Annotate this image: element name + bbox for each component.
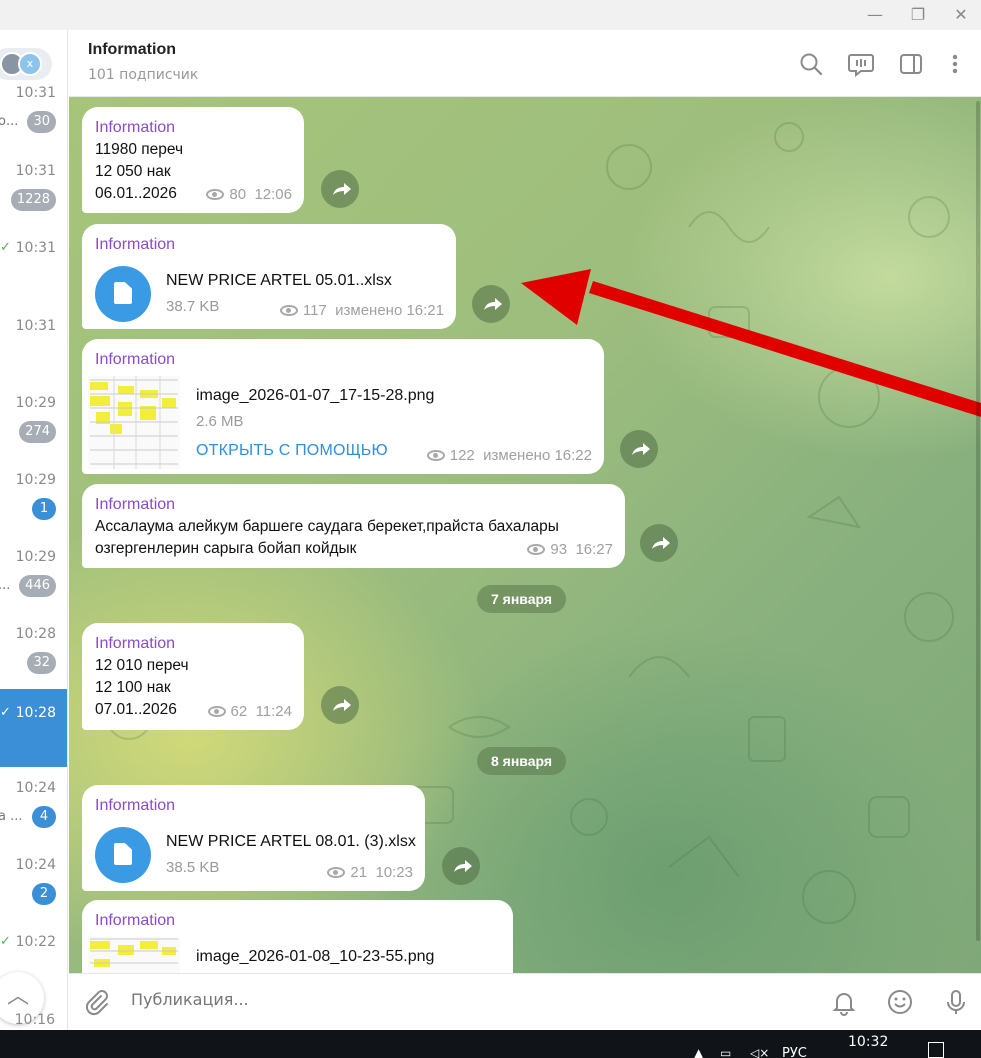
unread-badge: 2	[32, 883, 56, 905]
unread-badge: 274	[19, 421, 56, 443]
chat-scrollbar[interactable]	[975, 97, 981, 973]
chat-list-time: 10:29	[15, 472, 56, 488]
unread-badge: 32	[27, 652, 56, 674]
subscriber-count: 101 подписчик	[88, 67, 199, 83]
chat-list-snippet: ...	[0, 578, 11, 593]
chevron-up-icon: ︿	[6, 984, 29, 1009]
read-check-icon: ✓	[0, 705, 11, 720]
unread-badge: 446	[19, 575, 56, 597]
chat-messages-area[interactable]: Information 11980 переч 12 050 нак 06.01…	[69, 97, 981, 973]
chat-list-time: 10:24	[15, 780, 56, 796]
notifications-icon[interactable]	[829, 987, 859, 1017]
more-vertical-icon[interactable]	[941, 50, 969, 78]
chat-list-time: 10:31	[15, 163, 56, 179]
restore-icon[interactable]: ❐	[895, 0, 941, 30]
chat-list-item[interactable]: 10:31 1228	[0, 157, 67, 235]
volume-muted-icon[interactable]: ◁×	[750, 1046, 769, 1058]
battery-icon[interactable]: ▭	[720, 1046, 731, 1058]
unread-badge: 1	[32, 498, 56, 520]
chat-list-item[interactable]: 10:31 о... 30	[0, 79, 67, 157]
message-input[interactable]	[131, 990, 731, 1009]
keyboard-language[interactable]: РУС	[782, 1046, 807, 1058]
annotation-arrow-head	[521, 269, 591, 325]
unread-badge: 30	[27, 111, 56, 133]
chat-header: Information 101 подписчик	[69, 30, 981, 97]
chat-list-item[interactable]: ✓ 10:28	[0, 689, 67, 767]
chat-list-time: 10:31	[15, 240, 56, 256]
chat-list-snippet: а ...	[0, 809, 23, 824]
chat-list-time: 10:28	[15, 705, 56, 721]
attach-icon[interactable]	[81, 987, 111, 1017]
chat-list-time: 10:31	[15, 85, 56, 101]
chat-list-time: 10:29	[15, 549, 56, 565]
close-icon[interactable]: ✕	[938, 0, 981, 30]
os-taskbar: ▲ ▭ ◁× РУС 10:32	[0, 1030, 981, 1058]
read-check-icon: ✓	[0, 240, 11, 255]
live-chat-icon[interactable]	[847, 50, 875, 78]
message-composer	[69, 973, 981, 1030]
chat-list-sidebar: x 10:31 о... 30 10:31 1228 ✓ 10:31 10:31 10:29 27…	[0, 30, 68, 1030]
chat-list-item[interactable]: 10:28 32	[0, 620, 67, 698]
chat-list-item[interactable]: 10:29 1	[0, 466, 67, 544]
chat-list-item[interactable]: ✓ 10:31	[0, 234, 67, 312]
notification-center-icon[interactable]	[928, 1042, 944, 1058]
tray-overflow-icon[interactable]: ▲	[694, 1046, 703, 1058]
window-title-bar: — ❐ ✕	[0, 0, 981, 30]
chat-list-time: 10:24	[15, 857, 56, 873]
chat-list-item[interactable]: 10:29 274	[0, 389, 67, 467]
chat-list-item[interactable]: 10:29... 446	[0, 543, 67, 621]
account-switcher[interactable]: x	[0, 48, 52, 80]
annotation-arrow-shaft	[589, 281, 981, 417]
scrollbar-thumb[interactable]	[976, 101, 980, 941]
sidebar-toggle-icon[interactable]	[897, 50, 925, 78]
clock[interactable]: 10:32	[848, 1034, 888, 1050]
chat-list-time: 10:29	[15, 395, 56, 411]
chat-title[interactable]: Information	[88, 41, 176, 59]
chat-list-time: 10:31	[15, 318, 56, 334]
chat-list-item[interactable]: 10:24 2	[0, 851, 67, 929]
chat-list-time: 10:22	[15, 934, 56, 950]
minimize-icon[interactable]: —	[852, 0, 898, 30]
annotation-arrow	[521, 269, 981, 417]
avatar: x	[18, 52, 42, 76]
unread-badge: 4	[32, 806, 56, 828]
emoji-icon[interactable]	[885, 987, 915, 1017]
chat-list-time: 10:28	[15, 626, 56, 642]
read-check-icon: ✓	[0, 934, 11, 949]
microphone-icon[interactable]	[941, 987, 971, 1017]
chat-list-item[interactable]: 10:24 а ... 4	[0, 774, 67, 852]
chat-list-time: 10:16	[14, 1012, 55, 1028]
search-icon[interactable]	[797, 50, 825, 78]
chat-list-item[interactable]: 10:31	[0, 312, 67, 390]
unread-badge: 1228	[10, 189, 56, 211]
chat-list-snippet: о...	[0, 114, 19, 129]
